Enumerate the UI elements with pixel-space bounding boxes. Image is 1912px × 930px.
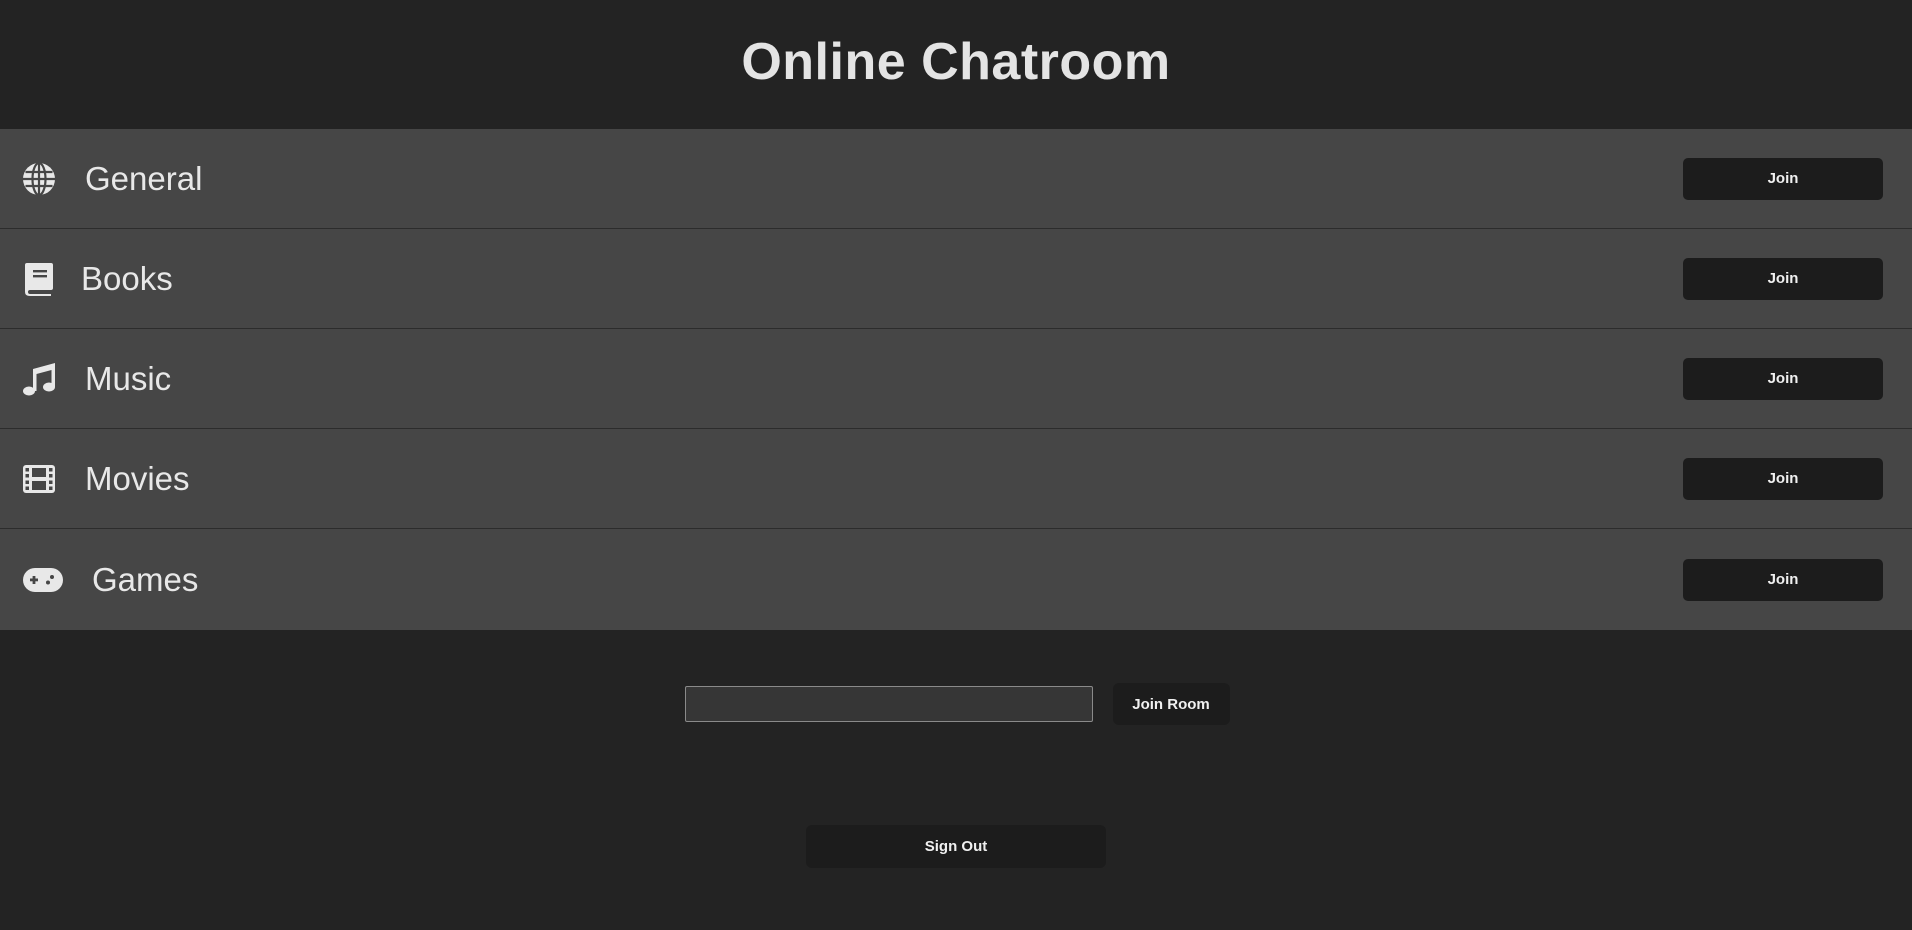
room-name-input[interactable] [684,686,1093,722]
join-games-button[interactable]: Join [1683,558,1883,601]
book-icon [22,262,56,296]
room-label-books: Books [81,259,173,297]
room-label-movies: Movies [85,459,190,497]
room-row-books: Books Join [0,229,1912,329]
room-row-music: Music Join [0,329,1912,429]
room-row-movies: Movies Join [0,429,1912,529]
sign-out-area: Sign Out [0,825,1912,868]
join-general-button[interactable]: Join [1683,157,1883,200]
room-label-music: Music [85,359,172,397]
join-room-area: Join Room [0,683,1912,725]
room-row-general: General Join [0,129,1912,229]
join-books-button[interactable]: Join [1683,257,1883,300]
globe-icon [22,161,56,196]
join-movies-button[interactable]: Join [1683,457,1883,500]
room-label-general: General [85,159,203,197]
page-title: Online Chatroom [741,32,1171,91]
join-music-button[interactable]: Join [1683,357,1883,400]
sign-out-button[interactable]: Sign Out [806,825,1106,868]
music-note-icon [22,362,56,396]
room-row-games: Games Join [0,529,1912,630]
join-room-form: Join Room [684,683,1230,725]
room-label-games: Games [92,560,199,598]
gamepad-icon [22,563,64,597]
header: Online Chatroom [0,0,1912,129]
join-room-button[interactable]: Join Room [1112,683,1230,725]
film-icon [22,462,56,496]
room-list: General Join Books Join Music Join Movie… [0,129,1912,630]
